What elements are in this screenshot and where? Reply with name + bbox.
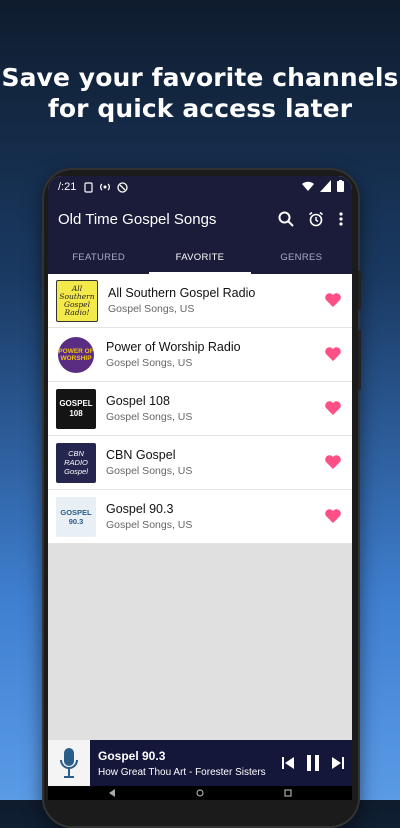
wifi-icon	[302, 181, 314, 191]
phone-side-button	[358, 270, 361, 310]
headline-line-1: Save your favorite channels	[1, 63, 399, 92]
station-logo-text: All Southern Gospel Radio!	[59, 283, 95, 317]
system-nav-bar	[48, 786, 352, 800]
station-logo-text: GOSPEL 108	[59, 398, 93, 418]
tab-favorite[interactable]: FAVORITE	[149, 240, 250, 274]
station-logo: CBN RADIO Gospel	[56, 442, 96, 483]
favorite-heart-icon[interactable]	[324, 508, 342, 524]
station-logo: GOSPEL 108	[56, 388, 96, 429]
player-artwork	[48, 740, 90, 786]
station-row[interactable]: All Southern Gospel Radio! All Southern …	[48, 274, 352, 328]
skip-previous-icon[interactable]	[282, 757, 294, 769]
station-logo-text: POWER OF WORSHIP	[58, 347, 94, 362]
battery-icon	[337, 180, 344, 192]
app-bar: Old Time Gospel Songs	[48, 198, 352, 240]
tab-genres[interactable]: GENRES	[251, 240, 352, 274]
headline-line-2: for quick access later	[47, 94, 353, 123]
signal-icon	[320, 180, 331, 192]
nav-back-icon[interactable]	[108, 789, 116, 797]
tab-genres-label: GENRES	[280, 251, 323, 263]
favorite-heart-icon[interactable]	[324, 292, 342, 308]
phone-volume-button	[358, 330, 361, 390]
station-title: Gospel 108	[106, 394, 170, 408]
promo-headline: Save your favorite channels for quick ac…	[0, 62, 400, 124]
station-title: All Southern Gospel Radio	[108, 286, 256, 300]
alarm-clock-icon[interactable]	[308, 211, 324, 227]
tab-featured-label: FEATURED	[72, 251, 126, 263]
station-title: Power of Worship Radio	[106, 340, 241, 354]
app-title: Old Time Gospel Songs	[58, 210, 217, 228]
nav-home-icon[interactable]	[196, 789, 204, 797]
nav-recents-icon[interactable]	[284, 789, 292, 797]
favorite-heart-icon[interactable]	[324, 400, 342, 416]
station-logo: All Southern Gospel Radio!	[56, 279, 98, 322]
station-subtitle: Gospel Songs, US	[106, 465, 193, 477]
phone-screen: /:21 Old Time Gospel Songs FEATURED FAVO…	[48, 176, 352, 800]
favorites-list: All Southern Gospel Radio! All Southern …	[48, 274, 352, 544]
pause-icon[interactable]	[306, 755, 320, 771]
tab-bar: FEATURED FAVORITE GENRES	[48, 240, 352, 274]
station-logo: GOSPEL 90.3	[56, 496, 96, 537]
sim-icon	[84, 181, 93, 193]
skip-next-icon[interactable]	[332, 757, 344, 769]
status-bar: /:21	[48, 176, 352, 198]
status-time: /:21	[58, 181, 77, 193]
station-row[interactable]: CBN RADIO Gospel CBN Gospel Gospel Songs…	[48, 436, 352, 490]
player-station-title: Gospel 90.3	[98, 748, 166, 763]
station-subtitle: Gospel Songs, US	[106, 357, 193, 369]
favorite-heart-icon[interactable]	[324, 454, 342, 470]
station-row[interactable]: GOSPEL 90.3 Gospel 90.3 Gospel Songs, US	[48, 490, 352, 544]
tab-favorite-label: FAVORITE	[175, 251, 225, 263]
no-disturb-icon	[117, 181, 129, 193]
station-title: CBN Gospel	[106, 448, 176, 462]
station-title: Gospel 90.3	[106, 502, 174, 516]
station-logo: POWER OF WORSHIP	[56, 334, 96, 375]
player-track-title: How Great Thou Art - Forester Sisters	[98, 766, 266, 778]
microphone-icon	[60, 748, 78, 778]
station-subtitle: Gospel Songs, US	[106, 519, 193, 531]
station-row[interactable]: POWER OF WORSHIP Power of Worship Radio …	[48, 328, 352, 382]
favorite-heart-icon[interactable]	[324, 346, 342, 362]
search-icon[interactable]	[278, 211, 294, 227]
cast-icon	[100, 183, 111, 191]
mini-player[interactable]: Gospel 90.3 How Great Thou Art - Foreste…	[48, 740, 352, 786]
station-logo-text: GOSPEL 90.3	[60, 507, 92, 526]
more-vert-icon[interactable]	[338, 211, 344, 227]
tab-featured[interactable]: FEATURED	[48, 240, 149, 274]
station-row[interactable]: GOSPEL 108 Gospel 108 Gospel Songs, US	[48, 382, 352, 436]
station-subtitle: Gospel Songs, US	[108, 303, 195, 315]
station-logo-text: CBN RADIO Gospel	[64, 449, 88, 476]
station-subtitle: Gospel Songs, US	[106, 411, 193, 423]
